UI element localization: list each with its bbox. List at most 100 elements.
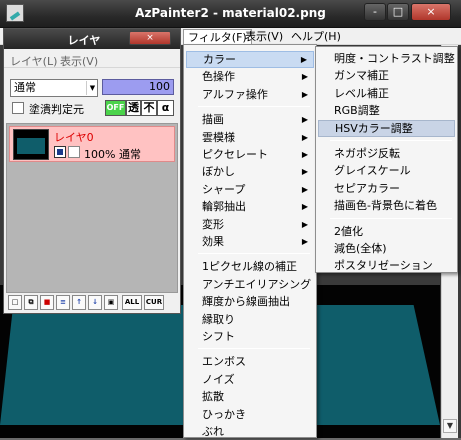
filter-menu-item[interactable]: 拡散 [186, 388, 314, 405]
color-submenu-item[interactable]: セピアカラー [318, 180, 455, 197]
filter-menu-separator [198, 253, 310, 255]
submenu-arrow-icon: ▶ [301, 89, 308, 99]
close-button[interactable]: × [411, 3, 451, 21]
color-submenu-item-label: セピアカラー [334, 181, 400, 195]
filter-menu-item[interactable]: 効果 ▶ [186, 233, 314, 250]
filter-menu-item[interactable]: ぶれ [186, 423, 314, 440]
new-layer-icon[interactable]: □ [8, 295, 22, 310]
layer-menu-layer[interactable]: レイヤ(L) [10, 53, 57, 69]
filter-menu-item-label: 1ピクセル線の補正 [202, 260, 297, 274]
minimize-button[interactable]: - [364, 3, 386, 21]
layer-properties-icon[interactable]: ▣ [104, 295, 118, 310]
delete-layer-icon[interactable]: ■ [40, 295, 54, 310]
color-submenu-item[interactable]: ポスタリゼーション [318, 257, 455, 274]
filter-menu-item[interactable]: シフト [186, 328, 314, 345]
layer-panel-titlebar[interactable]: レイヤ × [4, 29, 180, 49]
color-submenu-item[interactable]: レベル補正 [318, 85, 455, 102]
blend-mode-select[interactable]: 通常 ▼ [10, 79, 98, 97]
filter-menu-item[interactable]: 雲模様 ▶ [186, 129, 314, 146]
filter-menu-item[interactable]: 輝度から線画抽出 [186, 293, 314, 310]
filter-menu-item[interactable]: 縁取り [186, 311, 314, 328]
filter-menu-item[interactable]: アンチエイリアシング [186, 276, 314, 293]
mask-toggle-button[interactable]: 不 [141, 100, 157, 116]
submenu-arrow-icon: ▶ [301, 167, 308, 177]
move-down-icon[interactable]: ↓ [88, 295, 102, 310]
maximize-button[interactable]: □ [387, 3, 409, 21]
filter-menu-item-label: アルファ操作 [202, 87, 268, 101]
layer-panel-close-button[interactable]: × [129, 31, 171, 45]
transparency-toggle-button[interactable]: 透 [126, 100, 141, 116]
filter-menu-item[interactable]: 描画 ▶ [186, 111, 314, 128]
color-submenu-item[interactable]: ガンマ補正 [318, 67, 455, 84]
filter-menu-dropdown: カラー ▶ 色操作 ▶ アルファ操作 ▶ 描画 ▶ 雲模様 ▶ ピクセレート ▶ ぼかし ▶ シャープ ▶ 輪郭… [183, 44, 317, 438]
layer-panel-menubar: レイヤ(L) 表示(V) [4, 50, 180, 68]
submenu-arrow-icon: ▶ [301, 150, 308, 159]
filter-menu-item[interactable]: 色操作 ▶ [186, 68, 314, 85]
layer-visibility-icon[interactable] [54, 146, 66, 158]
submenu-arrow-icon: ▶ [301, 184, 308, 194]
filter-menu-item-label: 色操作 [202, 70, 235, 84]
scroll-down-button[interactable]: ▼ [443, 419, 457, 433]
filter-menu-item-label: 輪郭抽出 [202, 200, 246, 214]
blend-mode-value: 通常 [14, 81, 36, 94]
filter-menu-item[interactable]: 1ピクセル線の補正 [186, 258, 314, 275]
off-toggle-button[interactable]: OFF [105, 100, 126, 116]
opacity-slider[interactable]: 100 [102, 79, 174, 95]
layer-lock-icon[interactable] [68, 146, 80, 158]
merge-layer-icon[interactable]: ≡ [56, 295, 70, 310]
color-submenu-item[interactable]: HSVカラー調整 [318, 119, 455, 137]
color-submenu-item[interactable]: 減色(全体) [318, 240, 455, 257]
filter-menu-item-label: 雲模様 [202, 130, 235, 144]
filter-menu-item-label: カラー [203, 53, 236, 66]
filter-menu-item[interactable]: ぼかし ▶ [186, 163, 314, 180]
layer-toolbar: □ ⧉ ■ ≡ ↑ ↓ ▣ ALL CUR [6, 295, 178, 311]
all-button[interactable]: ALL [122, 295, 142, 310]
color-submenu-item-label: RGB調整 [334, 104, 380, 118]
filter-menu-item-label: 効果 [202, 235, 224, 248]
color-submenu-item-label: HSVカラー調整 [335, 121, 413, 135]
color-submenu-item-label: グレイスケール [334, 164, 411, 178]
filter-menu-item-label: 描画 [202, 113, 224, 127]
submenu-arrow-icon: ▶ [301, 202, 308, 212]
color-submenu-item-label: ネガポジ反転 [334, 147, 400, 160]
color-submenu-item[interactable]: ネガポジ反転 [318, 145, 455, 162]
filter-menu-item[interactable]: ノイズ [186, 371, 314, 388]
color-submenu-item[interactable]: グレイスケール [318, 162, 455, 179]
color-submenu-item-label: 描画色-背景色に着色 [334, 199, 437, 213]
color-submenu-item[interactable]: 明度・コントラスト調整 [318, 50, 455, 67]
filter-menu-item[interactable]: シャープ ▶ [186, 181, 314, 198]
submenu-arrow-icon: ▶ [301, 115, 308, 125]
filter-menu-item-label: シャープ [202, 182, 246, 196]
filter-menu-item[interactable]: ピクセレート ▶ [186, 146, 314, 163]
color-submenu-item-label: ポスタリゼーション [334, 259, 433, 273]
filter-menu-item[interactable]: エンボス [186, 353, 314, 370]
menu-view[interactable]: 表示(V) [241, 29, 287, 44]
color-submenu-item-label: ガンマ補正 [334, 69, 389, 83]
move-up-icon[interactable]: ↑ [72, 295, 86, 310]
filter-menu-item[interactable]: カラー ▶ [186, 51, 314, 68]
filter-menu-item[interactable]: ひっかき [186, 406, 314, 423]
filter-menu-item-label: 変形 [202, 217, 224, 231]
chevron-down-icon[interactable]: ▼ [86, 81, 98, 95]
layer-menu-view[interactable]: 表示(V) [60, 53, 98, 69]
filter-menu-item[interactable]: アルファ操作 ▶ [186, 86, 314, 103]
filter-menu-item-label: ぶれ [202, 425, 224, 438]
filter-menu-item[interactable]: 変形 ▶ [186, 216, 314, 233]
color-submenu-item[interactable]: RGB調整 [318, 102, 455, 119]
color-submenu-separator [330, 217, 452, 219]
color-submenu-separator [330, 140, 452, 141]
menu-help[interactable]: ヘルプ(H) [287, 29, 345, 44]
filter-menu-item-label: ひっかき [202, 407, 246, 421]
copy-layer-icon[interactable]: ⧉ [24, 295, 38, 310]
alpha-toggle-button[interactable]: α [157, 100, 174, 116]
color-submenu-item[interactable]: 描画色-背景色に着色 [318, 197, 455, 214]
filter-menu-item[interactable]: 輪郭抽出 ▶ [186, 198, 314, 215]
color-submenu-item[interactable]: 2値化 [318, 223, 455, 240]
filter-menu-item-label: 縁取り [202, 312, 235, 326]
layer-row[interactable]: レイヤ0 100% 通常 [9, 126, 175, 162]
filter-menu-separator [198, 348, 310, 350]
fill-reference-checkbox[interactable] [12, 102, 24, 114]
cur-button[interactable]: CUR [144, 295, 164, 310]
layer-info: 100% 通常 [84, 148, 141, 161]
layer-thumbnail [13, 129, 49, 160]
